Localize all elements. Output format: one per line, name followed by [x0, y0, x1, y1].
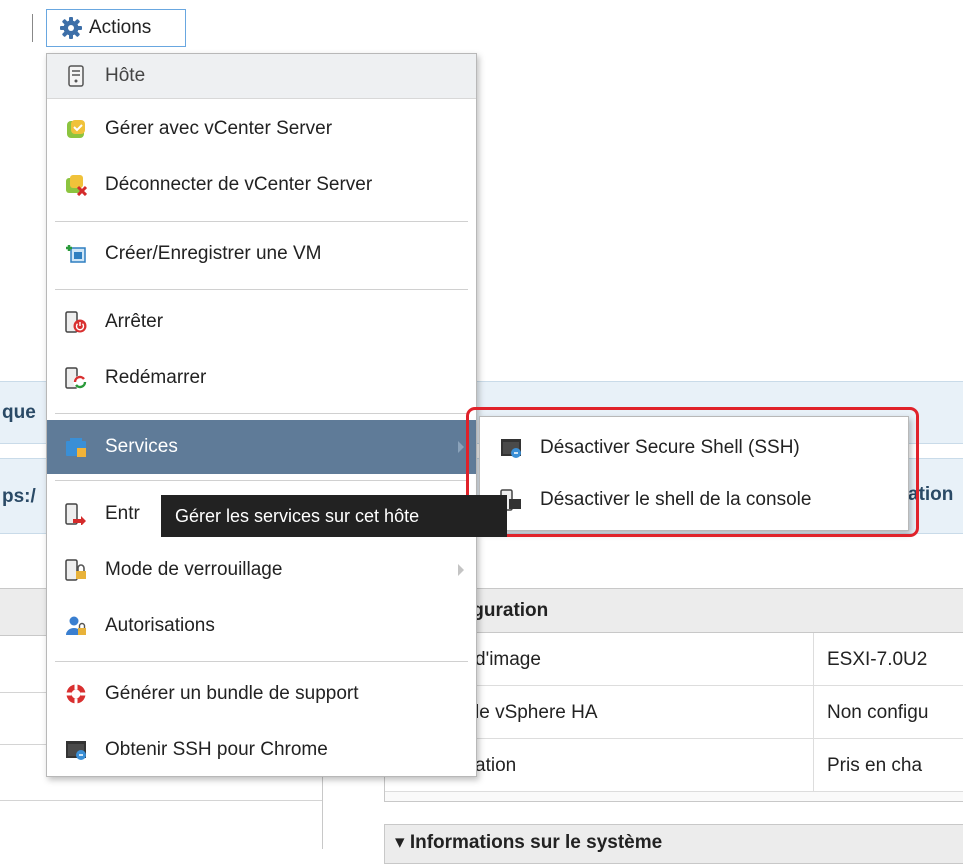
services-icon	[65, 436, 87, 458]
submenu-chevron-icon	[458, 564, 464, 576]
maintenance-icon	[65, 503, 87, 525]
shutdown-icon	[65, 311, 87, 333]
left-table-header	[0, 588, 48, 636]
url-band-left-text: ps:/	[2, 486, 36, 507]
menu-separator	[55, 289, 468, 290]
left-table-divider	[0, 800, 322, 801]
reboot-icon	[65, 367, 87, 389]
system-info-header[interactable]: ▾ Informations sur le système	[384, 824, 963, 864]
highlight-box	[466, 407, 919, 537]
menu-header-label: Hôte	[105, 65, 146, 86]
config-row-value: Pris en cha	[827, 755, 923, 776]
menu-separator	[55, 661, 468, 662]
menu-item-services[interactable]: Services	[47, 420, 476, 474]
menu-item-permissions[interactable]: Autorisations	[47, 598, 476, 654]
info-band-text: que	[2, 402, 36, 423]
config-row-value: Non configu	[827, 702, 929, 723]
actions-button[interactable]: Actions	[46, 9, 186, 47]
lockdown-icon	[65, 559, 87, 581]
server-icon	[65, 65, 87, 87]
menu-separator	[55, 413, 468, 414]
toolbar-separator	[32, 14, 33, 42]
menu-header-host: Hôte	[47, 54, 476, 99]
actions-label: Actions	[89, 17, 152, 38]
vcenter-icon	[65, 118, 87, 140]
menu-separator	[55, 480, 468, 481]
config-row-label: d'image	[475, 649, 541, 670]
left-table-divider	[0, 744, 48, 745]
config-row-label: ation	[475, 755, 517, 776]
lifebuoy-icon	[65, 683, 87, 705]
vcenter-disconnect-icon	[65, 174, 87, 196]
menu-separator	[55, 221, 468, 222]
submenu-chevron-icon	[458, 441, 464, 453]
menu-item-support-bundle[interactable]: Générer un bundle de support	[47, 666, 476, 722]
menu-item-create-vm[interactable]: Créer/Enregistrer une VM	[47, 226, 476, 282]
user-permissions-icon	[65, 615, 87, 637]
actions-menu: Hôte Gérer avec vCenter Server Déconnect…	[46, 53, 477, 777]
menu-item-lockdown[interactable]: Mode de verrouillage	[47, 542, 476, 598]
config-row-value: ESXI-7.0U2	[827, 649, 928, 670]
left-table-divider	[0, 692, 48, 693]
menu-item-ssh-chrome[interactable]: Obtenir SSH pour Chrome	[47, 722, 476, 778]
create-vm-icon	[65, 243, 87, 265]
terminal-icon	[65, 739, 87, 761]
menu-item-manage-vcenter[interactable]: Gérer avec vCenter Server	[47, 101, 476, 157]
menu-item-reboot[interactable]: Redémarrer	[47, 350, 476, 406]
menu-item-disconnect-vcenter[interactable]: Déconnecter de vCenter Server	[47, 157, 476, 213]
config-row-label: le vSphere HA	[475, 702, 598, 723]
services-tooltip: Gérer les services sur cet hôte	[161, 495, 507, 537]
gear-icon	[59, 16, 83, 40]
menu-item-shutdown[interactable]: Arrêter	[47, 294, 476, 350]
